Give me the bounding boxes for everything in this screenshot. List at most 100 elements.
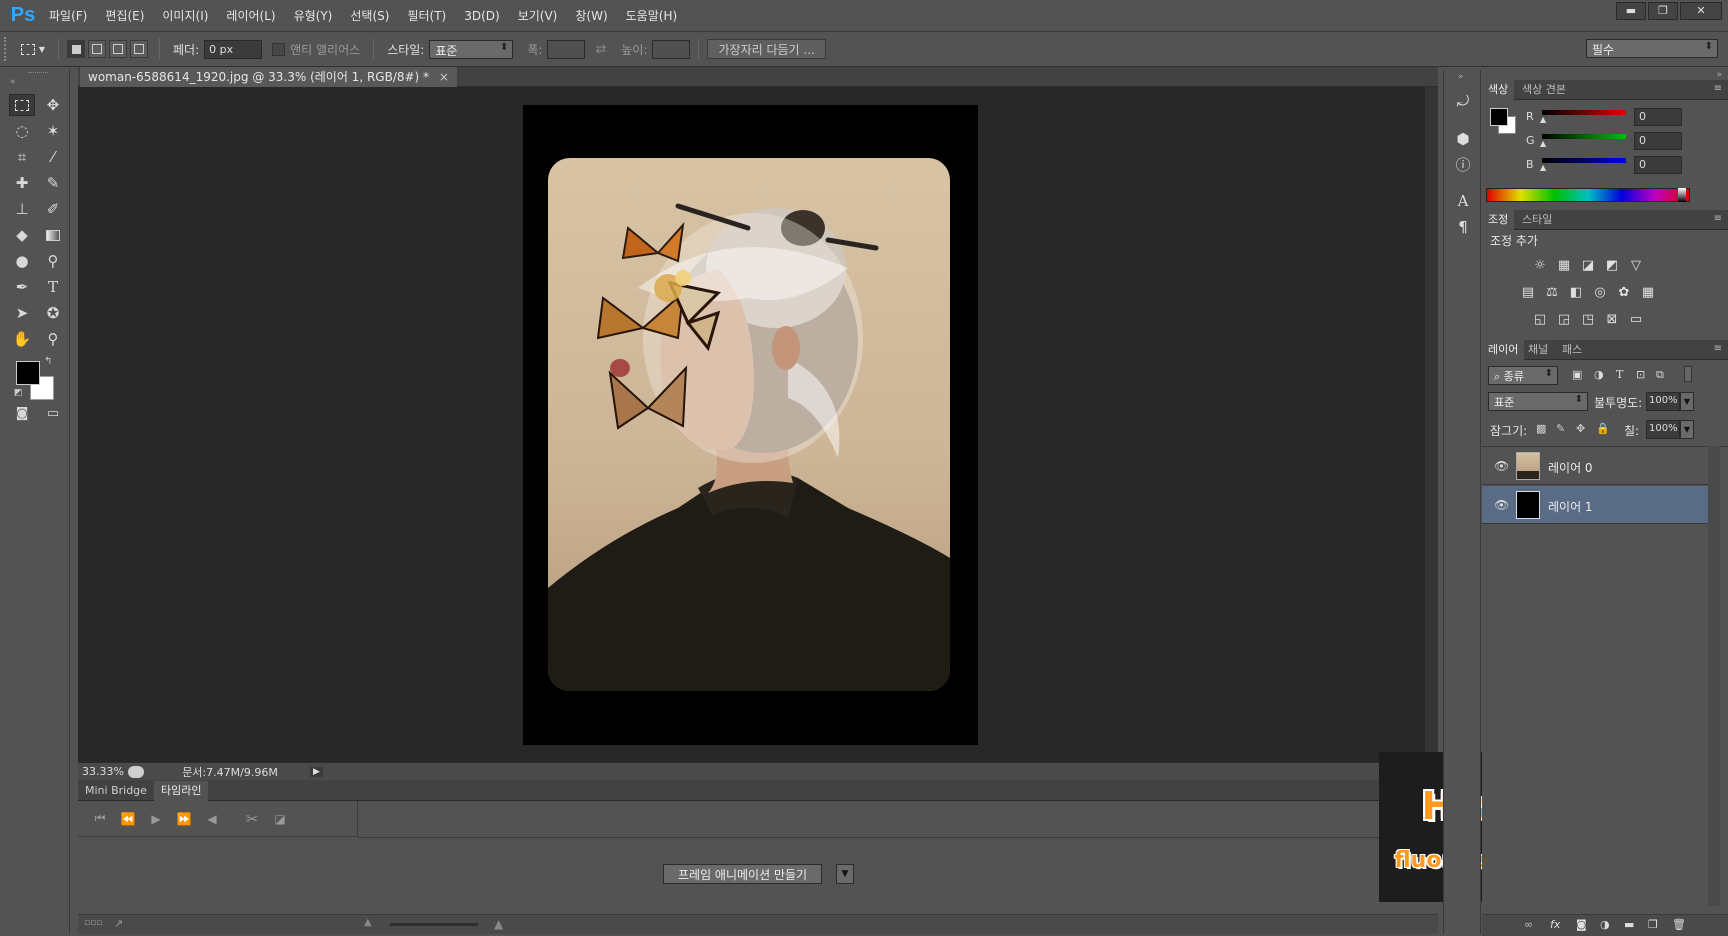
spectrum-bw-ramp[interactable] bbox=[1678, 188, 1686, 202]
gradient-map-icon[interactable]: ▭ bbox=[1627, 312, 1645, 328]
width-input[interactable] bbox=[547, 39, 586, 59]
lock-all-icon[interactable]: 🔒 bbox=[1596, 422, 1610, 435]
layers-scrollbar[interactable] bbox=[1708, 446, 1720, 906]
tab-swatches[interactable]: 색상 견본 bbox=[1516, 80, 1572, 100]
menu-help[interactable]: 도움말(H) bbox=[617, 0, 687, 32]
filter-adjustment-icon[interactable]: ◑ bbox=[1594, 368, 1604, 381]
tab-channels[interactable]: 채널 bbox=[1522, 340, 1554, 360]
tab-mini-bridge[interactable]: Mini Bridge bbox=[78, 781, 154, 801]
red-slider[interactable] bbox=[1542, 110, 1626, 115]
color-fg-swatch-front[interactable] bbox=[1490, 108, 1508, 126]
document-tab[interactable]: woman-6588614_1920.jpg @ 33.3% (레이어 1, R… bbox=[80, 67, 457, 87]
new-group-folder-icon[interactable]: ▬ bbox=[1624, 918, 1634, 931]
zoom-tool-icon[interactable]: ⚲ bbox=[40, 328, 66, 350]
tab-color[interactable]: 색상 bbox=[1482, 80, 1515, 100]
menu-view[interactable]: 보기(V) bbox=[509, 0, 567, 32]
selective-color-icon[interactable]: ⊠ bbox=[1603, 312, 1621, 328]
tool-preset-picker[interactable]: ▼ bbox=[16, 38, 50, 60]
maximize-button[interactable]: ❐ bbox=[1648, 2, 1678, 20]
panel-menu-icon[interactable]: ≡ bbox=[1714, 213, 1722, 224]
lasso-tool-icon[interactable]: ◌ bbox=[9, 120, 35, 142]
close-tab-icon[interactable]: × bbox=[439, 70, 449, 84]
expand-strip-icon[interactable]: » bbox=[1458, 72, 1464, 82]
panel-menu-icon[interactable]: ≡ bbox=[1714, 343, 1722, 354]
black-white-icon[interactable]: ◧ bbox=[1567, 285, 1585, 301]
menu-type[interactable]: 유형(Y) bbox=[285, 0, 342, 32]
rect-marquee-tool-icon[interactable] bbox=[9, 94, 35, 116]
filter-smart-object-icon[interactable]: ⧉ bbox=[1656, 368, 1664, 382]
exposure-icon[interactable]: ◩ bbox=[1603, 258, 1621, 274]
curves-icon[interactable]: ◪ bbox=[1579, 258, 1597, 274]
green-value-input[interactable]: 0 bbox=[1634, 132, 1682, 150]
eye-visibility-icon[interactable]: 👁 bbox=[1494, 498, 1509, 512]
new-layer-icon[interactable]: ❐ bbox=[1648, 918, 1658, 931]
blue-slider[interactable] bbox=[1542, 158, 1626, 163]
split-scissors-icon[interactable]: ✂ bbox=[238, 810, 266, 828]
toolbar-grip[interactable] bbox=[28, 72, 48, 75]
create-animation-dropdown-icon[interactable]: ▼ bbox=[836, 864, 854, 884]
status-icon[interactable] bbox=[128, 765, 144, 778]
menu-file[interactable]: 파일(F) bbox=[40, 0, 96, 32]
status-menu-arrow-icon[interactable]: ▶ bbox=[310, 766, 323, 777]
layer-filter-kind-select[interactable]: ⌕ 종류 bbox=[1488, 366, 1558, 385]
info-panel-icon[interactable]: ⓘ bbox=[1452, 154, 1474, 176]
fx-icon[interactable]: fx bbox=[1550, 918, 1560, 931]
hue-saturation-icon[interactable]: ▤ bbox=[1519, 285, 1537, 301]
collapse-toolbar-icon[interactable]: « bbox=[10, 77, 16, 87]
timeline-zoom-slider[interactable] bbox=[390, 923, 478, 926]
filter-toggle[interactable] bbox=[1684, 366, 1692, 382]
prev-frame-icon[interactable]: ⏪ bbox=[114, 812, 142, 826]
channel-mixer-icon[interactable]: ✿ bbox=[1615, 285, 1633, 301]
eye-visibility-icon[interactable]: 👁 bbox=[1494, 459, 1509, 473]
color-lookup-icon[interactable]: ▦ bbox=[1639, 285, 1657, 301]
tab-timeline[interactable]: 타임라인 bbox=[154, 781, 209, 801]
move-tool-icon[interactable]: ✥ bbox=[40, 94, 66, 116]
fill-dropdown-icon[interactable]: ▼ bbox=[1680, 420, 1694, 439]
history-panel-icon[interactable]: ⤾ bbox=[1452, 90, 1474, 112]
lock-transparent-icon[interactable]: ▩ bbox=[1536, 422, 1546, 435]
next-frame-icon[interactable]: ⏩ bbox=[170, 812, 198, 826]
zoom-in-mountain-icon[interactable]: ▲ bbox=[494, 917, 503, 931]
filter-type-icon[interactable]: T bbox=[1616, 368, 1623, 381]
canvas-area[interactable] bbox=[78, 87, 1438, 762]
workspace-select[interactable]: 필수 bbox=[1586, 39, 1718, 58]
blend-mode-select[interactable]: 표준 bbox=[1488, 392, 1588, 411]
filter-shape-icon[interactable]: ⊡ bbox=[1636, 368, 1645, 381]
screen-mode-icon[interactable]: ▭ bbox=[40, 402, 66, 424]
document-canvas[interactable] bbox=[523, 105, 978, 745]
antialias-checkbox[interactable] bbox=[272, 42, 286, 56]
new-adjustment-icon[interactable]: ◑ bbox=[1600, 918, 1610, 931]
red-value-input[interactable]: 0 bbox=[1634, 108, 1682, 126]
refine-edge-button[interactable]: 가장자리 다듬기 ... bbox=[707, 39, 826, 59]
intersect-selection-button[interactable] bbox=[130, 40, 148, 58]
pen-tool-icon[interactable]: ✒ bbox=[9, 276, 35, 298]
subtract-selection-button[interactable] bbox=[109, 40, 127, 58]
menu-filter[interactable]: 필터(T) bbox=[398, 0, 455, 32]
tab-styles[interactable]: 스타일 bbox=[1516, 210, 1558, 230]
path-selection-tool-icon[interactable]: ➤ bbox=[9, 302, 35, 324]
character-panel-icon[interactable]: A bbox=[1452, 190, 1474, 212]
menu-image[interactable]: 이미지(I) bbox=[153, 0, 217, 32]
default-colors-icon[interactable]: ◩ bbox=[14, 388, 23, 398]
foreground-color-front[interactable] bbox=[16, 361, 40, 385]
threshold-icon[interactable]: ◳ bbox=[1579, 312, 1597, 328]
zoom-out-mountain-icon[interactable]: ▲ bbox=[364, 917, 372, 928]
swap-colors-icon[interactable]: ↰ bbox=[44, 356, 52, 367]
magic-wand-tool-icon[interactable]: ✶ bbox=[40, 120, 66, 142]
levels-icon[interactable]: ▦ bbox=[1555, 258, 1573, 274]
fill-input[interactable]: 100% bbox=[1646, 420, 1680, 439]
clone-stamp-tool-icon[interactable]: ⊥ bbox=[9, 198, 35, 220]
hand-tool-icon[interactable]: ✋ bbox=[9, 328, 35, 350]
collapse-panels-icon[interactable]: » bbox=[1716, 70, 1722, 80]
close-window-button[interactable]: ✕ bbox=[1680, 2, 1722, 20]
add-selection-button[interactable] bbox=[88, 40, 106, 58]
gradient-tool-icon[interactable] bbox=[40, 224, 66, 246]
slider-handle-icon[interactable]: ▲ bbox=[1540, 139, 1546, 148]
tab-adjustments[interactable]: 조정 bbox=[1482, 210, 1515, 230]
spot-healing-tool-icon[interactable]: ✚ bbox=[9, 172, 35, 194]
green-slider[interactable] bbox=[1542, 134, 1626, 139]
height-input[interactable] bbox=[652, 39, 691, 59]
add-mask-icon[interactable]: ◙ bbox=[1576, 918, 1587, 931]
dodge-tool-icon[interactable]: ⚲ bbox=[40, 250, 66, 272]
3d-panel-icon[interactable]: ⬢ bbox=[1452, 128, 1474, 150]
